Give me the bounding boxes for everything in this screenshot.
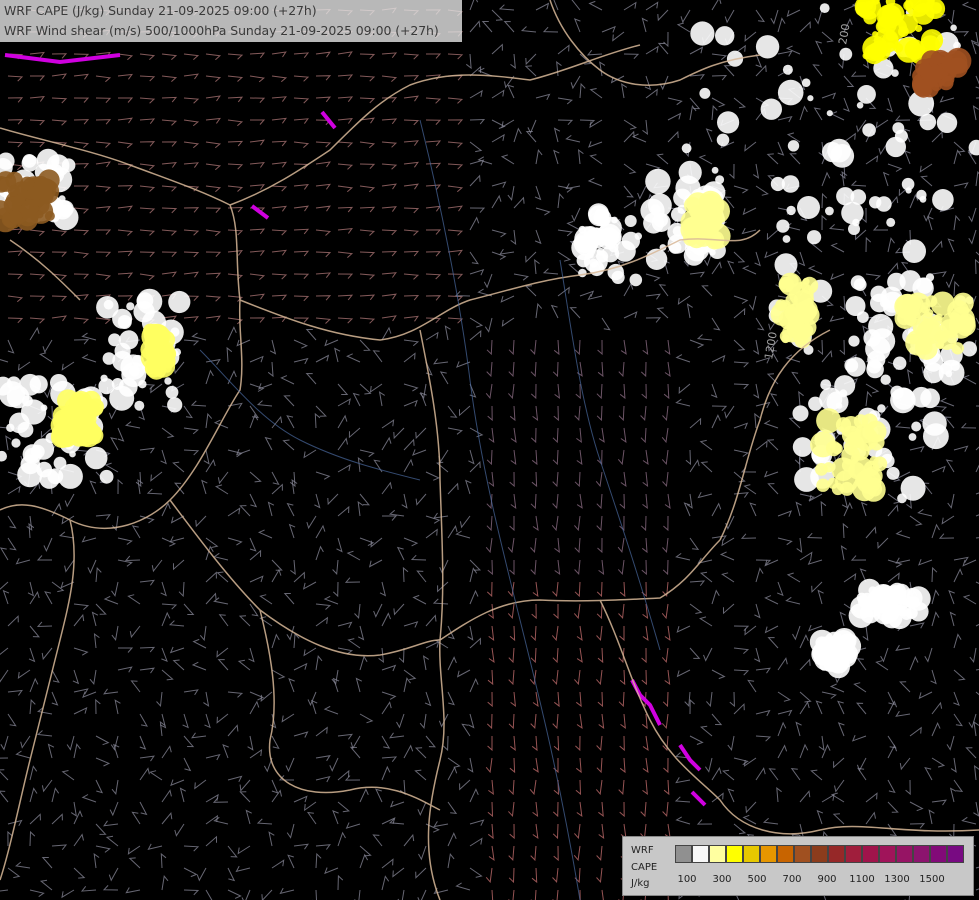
legend-swatch — [692, 845, 709, 863]
cape-area — [140, 323, 177, 380]
legend-swatch — [811, 845, 828, 863]
legend-swatch — [777, 845, 794, 863]
legend-swatch — [743, 845, 760, 863]
legend-tick-labels: 100 300 500 700 900 1100 1300 1500 — [675, 874, 975, 888]
legend-tick-label: 100 — [677, 874, 697, 885]
legend-swatch — [828, 845, 845, 863]
legend-swatch — [794, 845, 811, 863]
legend-tick-label: 500 — [747, 874, 767, 885]
wind-shear-title: WRF Wind shear (m/s) 500/1000hPa Sunday … — [4, 23, 439, 38]
weather-map[interactable]: 200 1200 — [0, 0, 979, 900]
legend-tick-label: 300 — [712, 874, 732, 885]
cape-area — [50, 389, 104, 448]
legend-swatch — [896, 845, 913, 863]
legend-swatch — [930, 845, 947, 863]
legend-swatch — [879, 845, 896, 863]
legend-tick-label: 1100 — [849, 874, 875, 885]
legend-swatch — [862, 845, 879, 863]
legend-tick-label: 700 — [782, 874, 802, 885]
legend-swatch — [845, 845, 862, 863]
legend-model-label: WRF — [631, 845, 654, 856]
legend-color-scale — [675, 845, 964, 863]
map-title-box: WRF CAPE (J/kg) Sunday 21-09-2025 09:00 … — [0, 0, 462, 42]
cape-legend: WRF CAPE J/kg 100 300 500 700 900 1100 1300 150… — [622, 836, 974, 896]
cape-title: WRF CAPE (J/kg) Sunday 21-09-2025 09:00 … — [4, 3, 317, 18]
legend-tick-label: 1300 — [884, 874, 910, 885]
legend-swatch — [709, 845, 726, 863]
legend-tick-label: 900 — [817, 874, 837, 885]
legend-swatch — [726, 845, 743, 863]
legend-variable-label: CAPE — [631, 862, 658, 873]
legend-swatch — [760, 845, 777, 863]
legend-unit-label: J/kg — [631, 878, 650, 889]
legend-swatch — [947, 845, 964, 863]
legend-swatch — [675, 845, 692, 863]
legend-swatch — [913, 845, 930, 863]
legend-tick-label: 1500 — [919, 874, 945, 885]
